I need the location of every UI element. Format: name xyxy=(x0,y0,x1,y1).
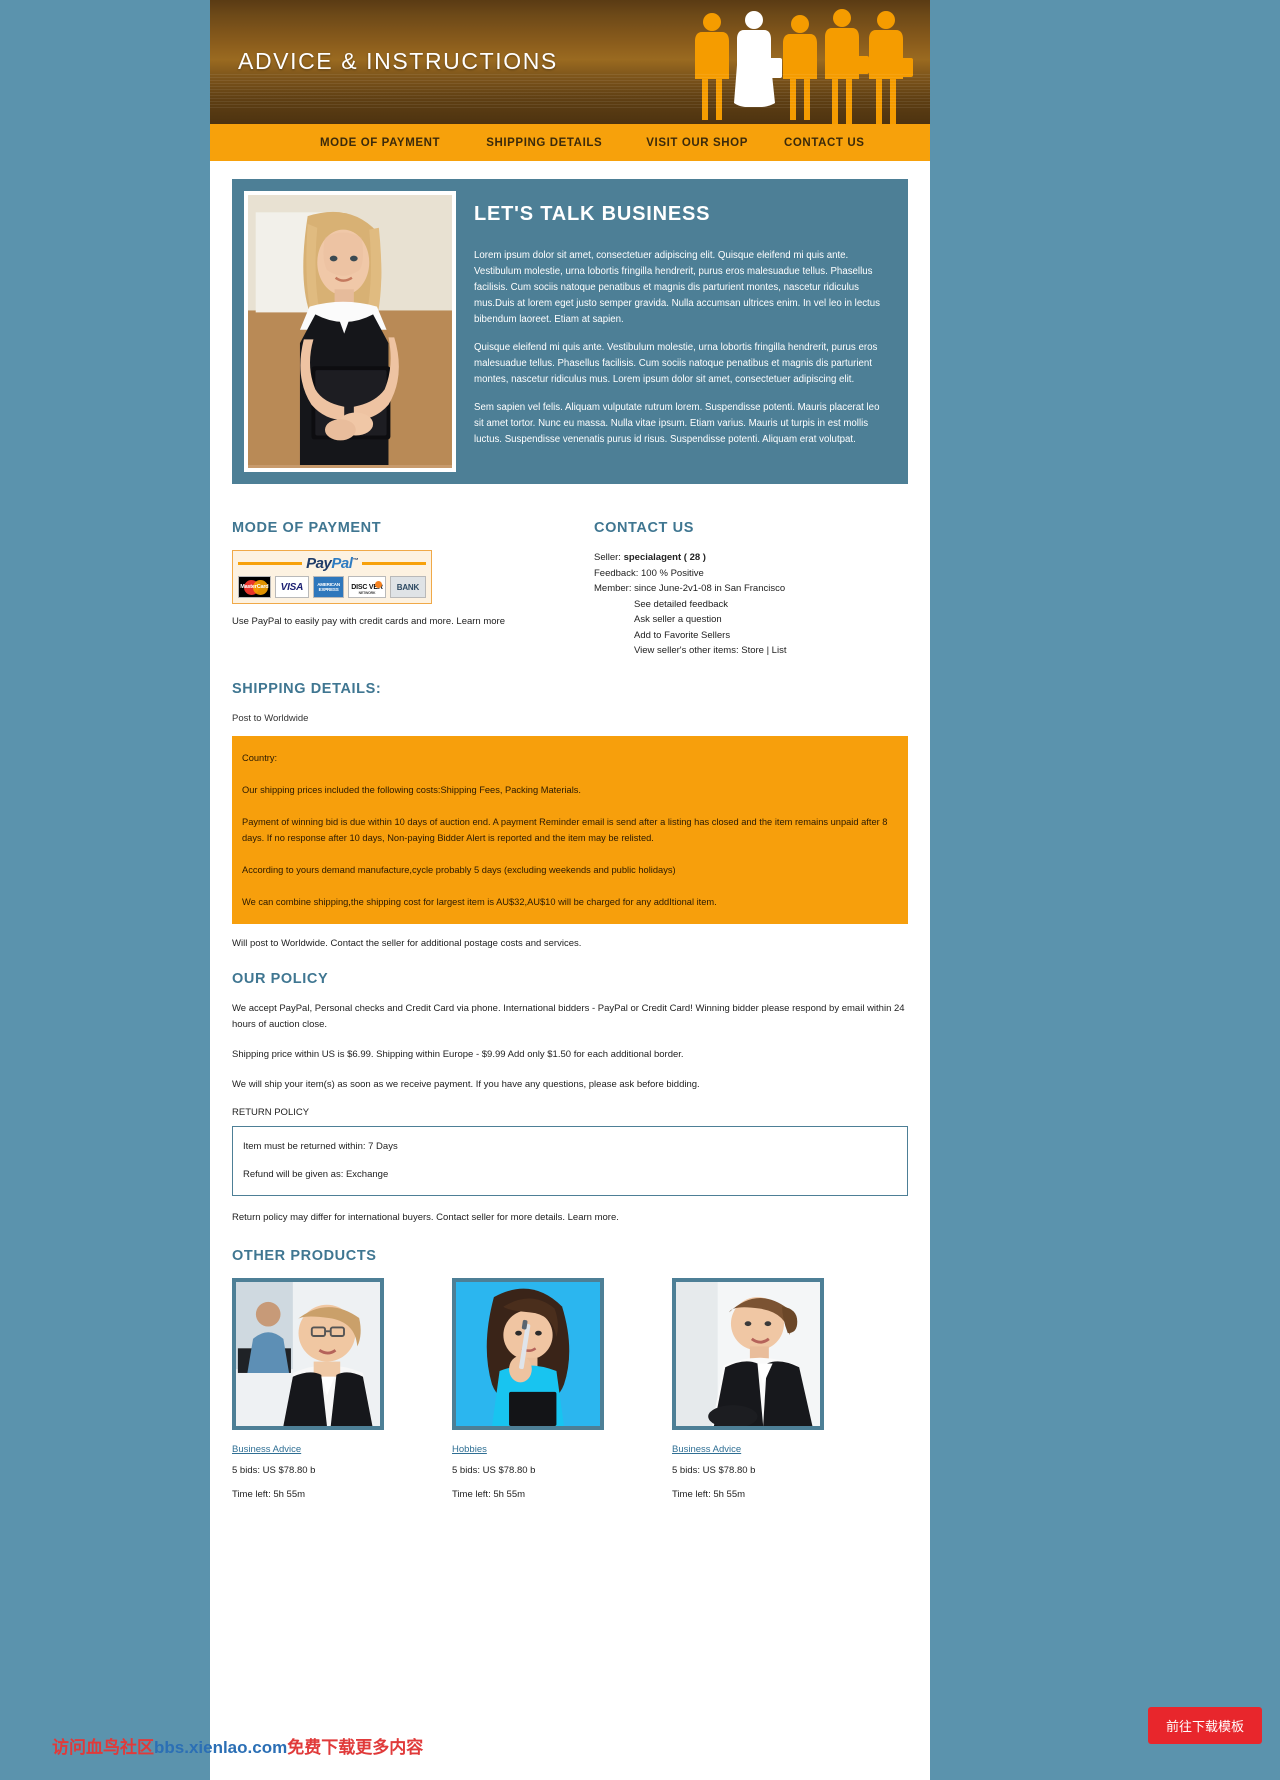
shipping-post-to: Post to Worldwide xyxy=(232,712,309,724)
hero-paragraph-1: Lorem ipsum dolor sit amet, consectetuer… xyxy=(474,250,880,325)
page-title: ADVICE & INSTRUCTIONS xyxy=(238,48,558,74)
paypal-logo-row: PayPal™ xyxy=(238,555,426,572)
seller-value: specialagent ( 28 ) xyxy=(623,552,706,563)
paypal-badge[interactable]: PayPal™ MasterCard VISA AMERICAN EXPRESS… xyxy=(232,550,432,604)
site-watermark: 访问血鸟社区bbs.xienlao.com免费下载更多内容 xyxy=(52,1733,423,1758)
link-add-to-favorite-sellers[interactable]: Add to Favorite Sellers xyxy=(634,628,908,644)
discover-icon: DISC VER NETWORK xyxy=(348,576,386,598)
hero-photo-container xyxy=(232,179,468,484)
feedback-line: Feedback: 100 % Positive xyxy=(594,567,704,579)
hero-paragraph-3: Sem sapien vel felis. Aliquam vulputate … xyxy=(474,402,880,445)
product-title-2[interactable]: Hobbies xyxy=(452,1444,604,1455)
contact-heading: CONTACT US xyxy=(594,520,694,536)
product-bids-2: 5 bids: US $78.80 b xyxy=(452,1464,536,1476)
return-policy-box: Item must be returned within: 7 Days Ref… xyxy=(232,1125,908,1196)
discover-sub-label: NETWORK xyxy=(358,591,376,595)
shipping-after-note: Will post to Worldwide. Contact the sell… xyxy=(232,937,582,949)
download-template-button[interactable]: 前往下载模板 xyxy=(1147,1707,1262,1744)
product-image-3[interactable] xyxy=(672,1277,824,1430)
hero-heading: LET'S TALK BUSINESS xyxy=(474,203,711,225)
watermark-part-1: 访问血鸟社区 xyxy=(52,1738,154,1757)
payment-heading: MODE OF PAYMENT xyxy=(232,520,382,536)
nav-item-contact-us[interactable]: CONTACT US xyxy=(784,137,865,149)
product-bids-3: 5 bids: US $78.80 b xyxy=(672,1464,756,1476)
policy-paragraph-3: We will ship your item(s) as soon as we … xyxy=(232,1078,700,1090)
shipping-payment-terms: Payment of winning bid is due within 10 … xyxy=(242,816,888,843)
paypal-rule-right xyxy=(361,562,426,565)
payment-column: MODE OF PAYMENT PayPal™ MasterCard VISA xyxy=(232,498,594,659)
page-container: ADVICE & INSTRUCTIONS MODE OF PAYMENT SH… xyxy=(210,0,930,1780)
link-view-sellers-other-items[interactable]: View seller's other items: Store | List xyxy=(634,643,908,659)
visa-icon: VISA xyxy=(274,576,310,598)
credit-card-logos: MasterCard VISA AMERICAN EXPRESS DISC VE… xyxy=(238,576,426,598)
policy-paragraph-1: We accept PayPal, Personal checks and Cr… xyxy=(232,1002,905,1030)
paypal-logo-pal: Pal xyxy=(331,555,353,572)
product-card[interactable]: Business Advice 5 bids: US $78.80 b Time… xyxy=(672,1277,824,1503)
product-bids-1: 5 bids: US $78.80 b xyxy=(232,1464,316,1476)
paypal-logo-icon: PayPal™ xyxy=(302,556,362,571)
nav-item-shipping-details[interactable]: SHIPPING DETAILS xyxy=(486,137,602,149)
paypal-note: Use PayPal to easily pay with credit car… xyxy=(232,616,505,627)
member-line: Member: since June-2v1-08 in San Francis… xyxy=(594,583,786,594)
product-title-1[interactable]: Business Advice xyxy=(232,1444,384,1455)
shipping-country-label: Country: xyxy=(242,752,278,763)
product-time-left-3: Time left: 5h 55m xyxy=(672,1488,746,1500)
shipping-costs-line: Our shipping prices included the followi… xyxy=(242,784,581,795)
shipping-info-box: Country: Our shipping prices included th… xyxy=(232,735,908,924)
product-time-left-2: Time left: 5h 55m xyxy=(452,1488,526,1500)
shipping-heading: SHIPPING DETAILS: xyxy=(232,680,382,697)
paypal-logo-pay: Pay xyxy=(306,555,332,572)
hero-paragraph-2: Quisque eleifend mi quis ante. Vestibulu… xyxy=(474,342,878,385)
product-time-left-1: Time left: 5h 55m xyxy=(232,1488,306,1500)
main-navigation: MODE OF PAYMENT SHIPPING DETAILS VISIT O… xyxy=(210,124,930,161)
business-people-silhouette-icon xyxy=(695,9,913,124)
shipping-manufacture-cycle: According to yours demand manufacture,cy… xyxy=(242,864,676,875)
policy-footnote: Return policy may differ for internation… xyxy=(232,1211,619,1223)
other-products-heading: OTHER PRODUCTS xyxy=(232,1247,377,1264)
watermark-part-3: 免费下载更多内容 xyxy=(287,1738,424,1757)
shipping-combine-note: We can combine shipping,the shipping cos… xyxy=(242,896,717,907)
product-title-3[interactable]: Business Advice xyxy=(672,1444,824,1455)
hero-photo-businesswoman xyxy=(244,191,456,472)
contact-column: CONTACT US Seller: specialagent ( 28 ) F… xyxy=(594,498,908,659)
product-image-2[interactable] xyxy=(452,1277,604,1430)
hero-text: LET'S TALK BUSINESS Lorem ipsum dolor si… xyxy=(468,179,908,484)
hero-section: LET'S TALK BUSINESS Lorem ipsum dolor si… xyxy=(232,179,908,484)
policy-heading: OUR POLICY xyxy=(232,970,329,987)
site-banner: ADVICE & INSTRUCTIONS xyxy=(210,0,930,124)
product-card[interactable]: Hobbies 5 bids: US $78.80 b Time left: 5… xyxy=(452,1277,604,1503)
policy-paragraph-2: Shipping price within US is $6.99. Shipp… xyxy=(232,1048,684,1060)
amex-icon: AMERICAN EXPRESS xyxy=(313,576,345,598)
payment-contact-row: MODE OF PAYMENT PayPal™ MasterCard VISA xyxy=(232,498,908,659)
paypal-trademark: ™ xyxy=(352,558,358,564)
bank-icon: BANK xyxy=(389,576,426,598)
refund-method: Refund will be given as: Exchange xyxy=(243,1168,389,1180)
nav-item-visit-our-shop[interactable]: VISIT OUR SHOP xyxy=(646,137,748,149)
link-ask-seller-a-question[interactable]: Ask seller a question xyxy=(634,612,908,628)
return-policy-label: RETURN POLICY xyxy=(232,1106,310,1118)
watermark-part-2: bbs.xienlao.com xyxy=(154,1738,288,1757)
paypal-rule-left xyxy=(238,562,303,565)
product-card[interactable]: Business Advice 5 bids: US $78.80 b Time… xyxy=(232,1277,384,1503)
product-image-1[interactable] xyxy=(232,1277,384,1430)
seller-label: Seller: xyxy=(594,552,621,563)
mastercard-icon: MasterCard xyxy=(238,576,271,598)
seller-line: Seller: specialagent ( 28 ) xyxy=(594,550,908,566)
policy-body: We accept PayPal, Personal checks and Cr… xyxy=(232,1001,908,1226)
mastercard-label: MasterCard xyxy=(240,584,269,590)
return-window: Item must be returned within: 7 Days xyxy=(243,1140,398,1152)
nav-item-mode-of-payment[interactable]: MODE OF PAYMENT xyxy=(320,137,440,149)
link-see-detailed-feedback[interactable]: See detailed feedback xyxy=(634,597,908,613)
other-products-grid: Business Advice 5 bids: US $78.80 b Time… xyxy=(232,1277,908,1503)
